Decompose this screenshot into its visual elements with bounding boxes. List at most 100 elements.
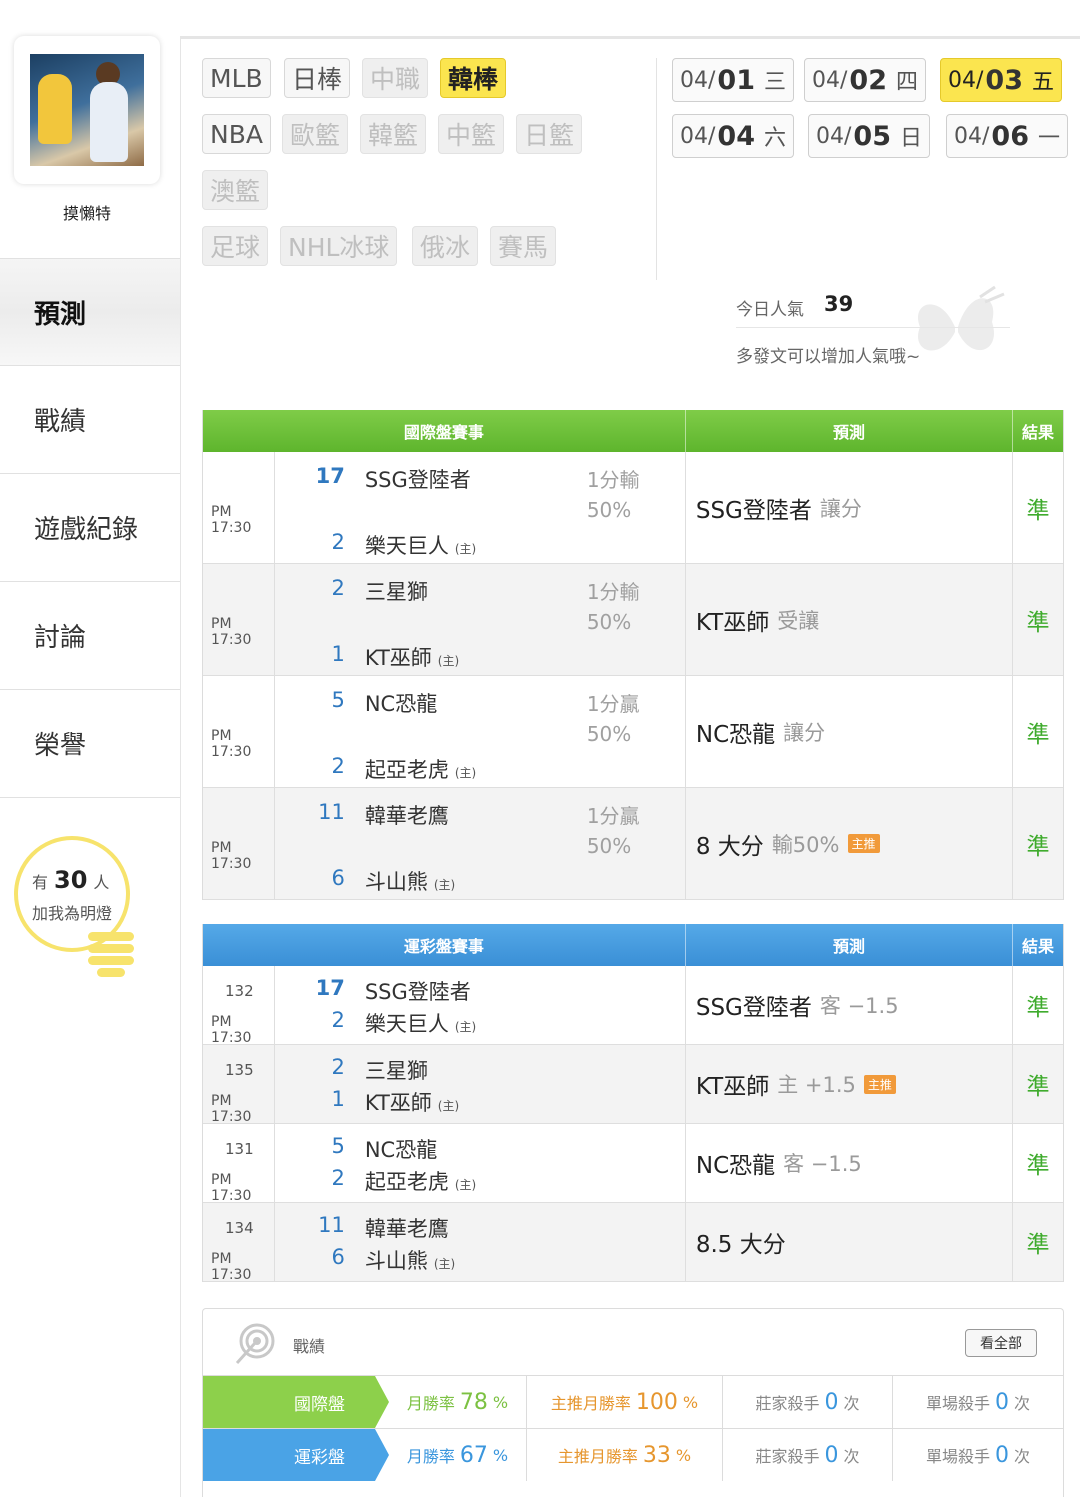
prediction: SSG登陸者 讓分 bbox=[686, 452, 1014, 563]
away-team: 韓華老鷹 bbox=[364, 1217, 449, 1241]
prediction: KT巫師主 +1.5 主推 bbox=[686, 1045, 1014, 1123]
handicap-pct: 50% bbox=[586, 834, 632, 858]
game-number: 132 bbox=[225, 982, 254, 1000]
away-team: NC恐龍 bbox=[364, 692, 438, 716]
table-row: PM 17:30 5 NC恐龍 1分贏 50% 2 起亞老虎 (主) NC恐龍 讓分… bbox=[203, 676, 1063, 788]
featured-monthly-win-rate: 主推月勝率 100% bbox=[527, 1376, 723, 1428]
table-row: 134 PM 17:30 11 韓華老鷹 6 斗山熊 (主) 8.5 大分 準 bbox=[203, 1203, 1063, 1283]
prediction: NC恐龍 讓分 bbox=[686, 676, 1014, 787]
record-row-intl: 國際盤 月勝率 78% 主推月勝率 100% 莊家殺手 0 次 單場殺手 0 次 bbox=[203, 1375, 1063, 1428]
result: 準 bbox=[1026, 1153, 1050, 1179]
match-time: PM 17:30 bbox=[211, 1093, 252, 1125]
col-header-prediction: 預測 bbox=[686, 410, 1014, 452]
away-team: NC恐龍 bbox=[364, 1138, 438, 1162]
home-score: 2 bbox=[331, 1008, 345, 1032]
league-tag-cpbl[interactable]: 中職 bbox=[362, 58, 429, 98]
popularity-divider bbox=[736, 327, 1010, 328]
popularity-label: 今日人氣 bbox=[736, 300, 804, 320]
date-button-0405[interactable]: 04/05 日 bbox=[808, 114, 930, 158]
league-tag-mlb[interactable]: MLB bbox=[202, 58, 271, 98]
nav-item-record[interactable]: 戰績 bbox=[0, 366, 180, 474]
col-header-prediction: 預測 bbox=[686, 924, 1014, 966]
filter-divider bbox=[656, 58, 657, 280]
home-score: 2 bbox=[331, 754, 345, 778]
record-panel: 戰績 看全部 國際盤 月勝率 78% 主推月勝率 100% 莊家殺手 0 次 單場殺手 0… bbox=[202, 1308, 1064, 1497]
date-button-0402[interactable]: 04/02 四 bbox=[804, 58, 926, 102]
table-row: PM 17:30 2 三星獅 1分輸 50% 1 KT巫師 (主) KT巫師 受讓 … bbox=[203, 564, 1063, 676]
league-tag-korea-basketball[interactable]: 韓籃 bbox=[360, 114, 427, 154]
single-game-killer: 單場殺手 0 次 bbox=[925, 1389, 1031, 1415]
col-header-result: 結果 bbox=[1022, 937, 1055, 956]
away-score: 11 bbox=[318, 800, 345, 824]
league-tag-japan-basketball[interactable]: 日籃 bbox=[516, 114, 583, 154]
sidebar: 摸懶特 預測 戰績 遊戲紀錄 討論 榮譽 有 30 人 加我為明燈 bbox=[0, 0, 180, 1497]
away-score: 11 bbox=[318, 1213, 345, 1237]
handicap-line: 1分輸 bbox=[586, 580, 640, 604]
league-tag-soccer[interactable]: 足球 bbox=[202, 226, 269, 266]
home-score: 1 bbox=[331, 642, 345, 666]
league-tag-russia-hockey[interactable]: 俄冰 bbox=[412, 226, 479, 266]
date-button-0403[interactable]: 04/03 五 bbox=[940, 58, 1062, 102]
handicap-line: 1分輸 bbox=[586, 468, 640, 492]
away-score: 17 bbox=[315, 464, 345, 488]
league-tag-australia-basketball[interactable]: 澳籃 bbox=[202, 170, 269, 210]
home-score: 2 bbox=[331, 530, 345, 554]
lottery-table: 運彩盤賽事 預測 結果 132 PM 17:30 17 SSG登陸者 2 樂天巨… bbox=[202, 924, 1064, 1283]
prediction: SSG登陸者客 −1.5 bbox=[686, 966, 1014, 1044]
prediction: NC恐龍客 −1.5 bbox=[686, 1124, 1014, 1202]
league-tag-nhl[interactable]: NHL冰球 bbox=[280, 226, 398, 266]
home-score: 1 bbox=[331, 1087, 345, 1111]
handicap-pct: 50% bbox=[586, 610, 632, 634]
target-icon bbox=[235, 1323, 275, 1365]
prediction: KT巫師 受讓 bbox=[686, 564, 1014, 675]
match-time: PM 17:30 bbox=[211, 1172, 252, 1204]
featured-badge: 主推 bbox=[847, 834, 880, 853]
league-tag-nba[interactable]: NBA bbox=[202, 114, 271, 154]
nav-item-honors[interactable]: 榮譽 bbox=[0, 690, 180, 798]
result: 準 bbox=[1026, 721, 1050, 748]
home-score: 6 bbox=[331, 866, 345, 890]
away-score: 2 bbox=[331, 1055, 345, 1079]
league-tag-npb[interactable]: 日棒 bbox=[284, 58, 351, 98]
match-time: PM 17:30 bbox=[211, 1251, 252, 1283]
record-row-label: 運彩盤 bbox=[203, 1429, 389, 1481]
league-tag-euro-basketball[interactable]: 歐籃 bbox=[282, 114, 349, 154]
game-number: 134 bbox=[225, 1219, 254, 1237]
home-team: 起亞老虎 (主) bbox=[364, 758, 477, 782]
away-team: 韓華老鷹 bbox=[364, 804, 449, 828]
date-button-0406[interactable]: 04/06 一 bbox=[946, 114, 1068, 158]
col-header-match: 國際盤賽事 bbox=[203, 410, 686, 452]
date-button-0404[interactable]: 04/04 六 bbox=[672, 114, 794, 158]
avatar-card[interactable] bbox=[14, 36, 160, 184]
popularity-hint: 多發文可以增加人氣哦~ bbox=[736, 347, 921, 367]
nav-item-discussion[interactable]: 討論 bbox=[0, 582, 180, 690]
result: 準 bbox=[1026, 609, 1050, 636]
handicap-pct: 50% bbox=[586, 722, 632, 746]
result: 準 bbox=[1026, 1232, 1050, 1258]
league-tag-china-basketball[interactable]: 中籃 bbox=[438, 114, 505, 154]
lightbulb-base-icon bbox=[88, 932, 134, 982]
home-team: 樂天巨人 (主) bbox=[364, 1012, 477, 1036]
banker-killer: 莊家殺手 0 次 bbox=[723, 1376, 893, 1428]
match-time: PM 17:30 bbox=[211, 840, 252, 872]
view-all-button[interactable]: 看全部 bbox=[965, 1329, 1037, 1357]
match-time: PM 17:30 bbox=[211, 1014, 252, 1046]
league-tag-kbo[interactable]: 韓棒 bbox=[440, 58, 507, 98]
result: 準 bbox=[1026, 1074, 1050, 1100]
intl-table: 國際盤賽事 預測 結果 PM 17:30 17 SSG登陸者 1分輸 50% 2… bbox=[202, 410, 1064, 900]
record-row-label: 國際盤 bbox=[203, 1376, 389, 1428]
follow-cta[interactable]: 加我為明燈 bbox=[32, 900, 112, 924]
home-team: 斗山熊 (主) bbox=[364, 870, 456, 894]
table-row: PM 17:30 17 SSG登陸者 1分輸 50% 2 樂天巨人 (主) SSG… bbox=[203, 452, 1063, 564]
away-score: 5 bbox=[331, 688, 345, 712]
league-tag-horse-racing[interactable]: 賽馬 bbox=[490, 226, 557, 266]
avatar[interactable] bbox=[30, 54, 144, 166]
nav-item-predict[interactable]: 預測 bbox=[0, 258, 180, 366]
date-button-0401[interactable]: 04/01 三 bbox=[672, 58, 794, 102]
monthly-win-rate: 月勝率 67% bbox=[375, 1429, 527, 1481]
popularity-value: 39 bbox=[824, 292, 854, 316]
nav-item-game-log[interactable]: 遊戲紀錄 bbox=[0, 474, 180, 582]
handicap-line: 1分贏 bbox=[586, 804, 640, 828]
away-score: 5 bbox=[331, 1134, 345, 1158]
result: 準 bbox=[1026, 833, 1050, 860]
